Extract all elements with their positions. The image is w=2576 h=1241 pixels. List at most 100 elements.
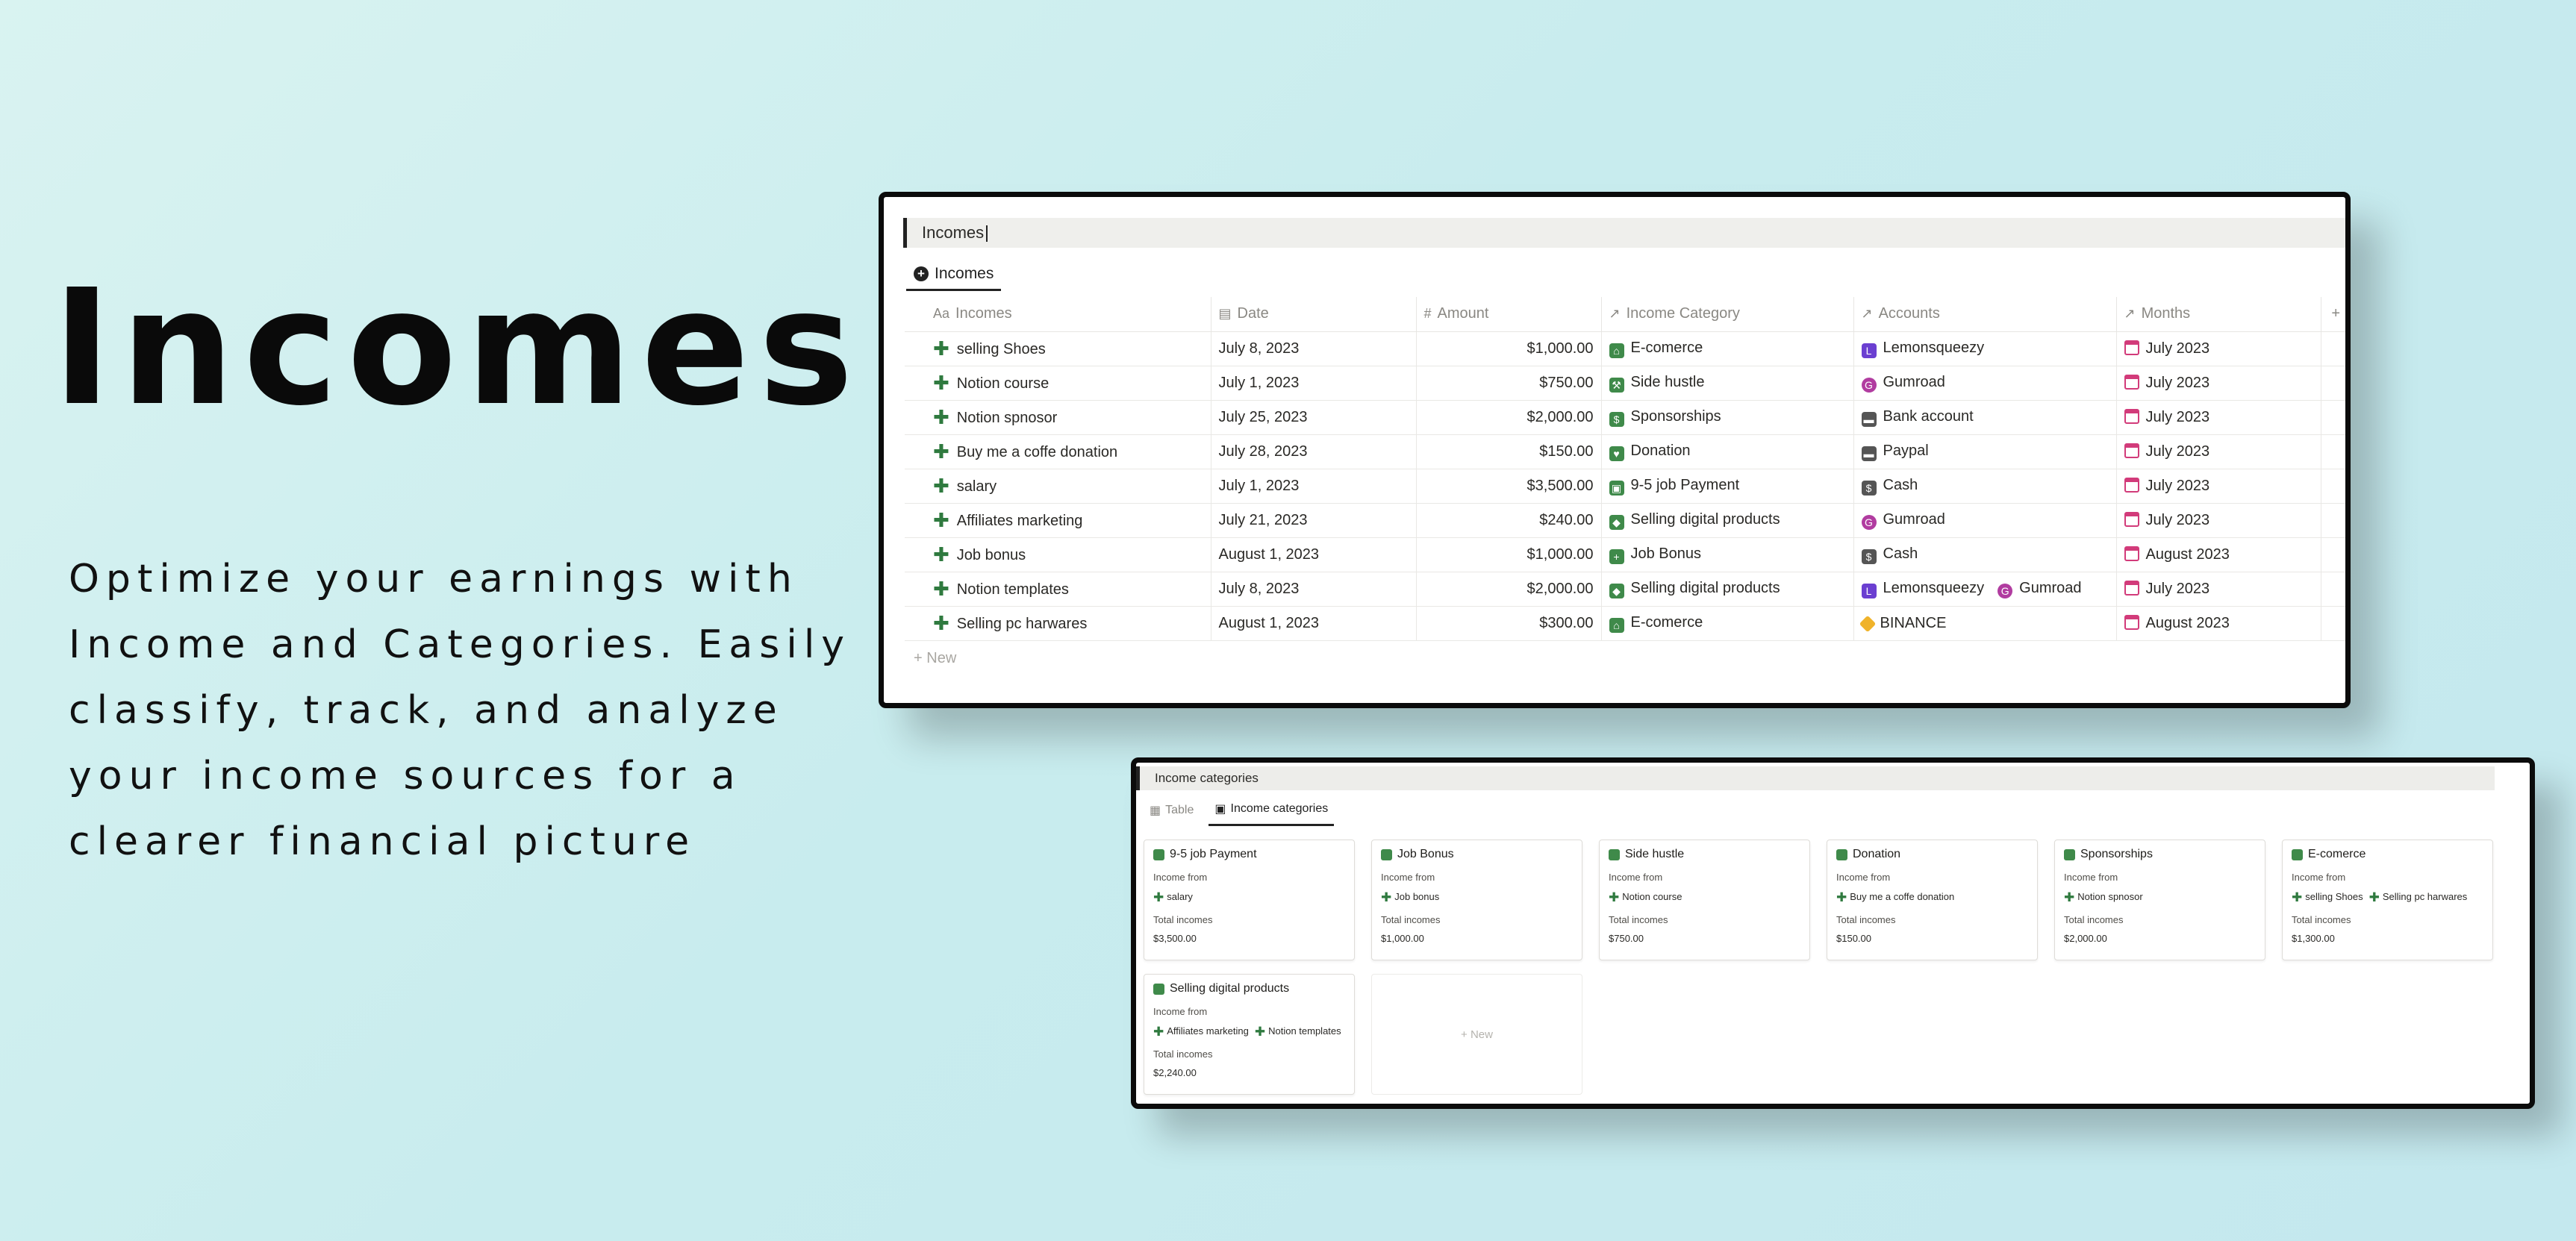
amount-cell[interactable]: $2,000.00 — [1416, 400, 1602, 435]
date-cell[interactable]: August 1, 2023 — [1211, 606, 1417, 641]
table-row[interactable]: ✚ Notion course July 1, 2023 $750.00 ⚒ Sid… — [905, 366, 2345, 401]
amount-cell[interactable]: $300.00 — [1416, 606, 1602, 641]
categories-title-bar[interactable]: Income categories — [1136, 766, 2495, 790]
category-value[interactable]: Selling digital products — [1631, 580, 1780, 596]
amount-cell[interactable]: $240.00 — [1416, 503, 1602, 538]
month-cell[interactable]: July 2023 — [2116, 503, 2321, 538]
income-name-cell[interactable]: ✚ Job bonus — [905, 537, 1211, 572]
date-cell[interactable]: July 28, 2023 — [1211, 434, 1417, 469]
category-value[interactable]: E-comerce — [1631, 340, 1703, 356]
month-value[interactable]: July 2023 — [2146, 512, 2210, 528]
table-row[interactable]: ✚ Selling pc harwares August 1, 2023 $300… — [905, 606, 2345, 641]
month-cell[interactable]: July 2023 — [2116, 366, 2321, 401]
category-card[interactable]: Donation Income from ✚ Buy me a coffe don… — [1827, 840, 2038, 960]
income-name-cell[interactable]: ✚ Notion templates — [905, 572, 1211, 607]
income-name-cell[interactable]: ✚ Notion course — [905, 366, 1211, 401]
category-cell[interactable]: ▣ 9-5 job Payment — [1601, 469, 1854, 504]
tab-incomes[interactable]: + Incomes — [906, 258, 1002, 291]
accounts-cell[interactable]: $ Cash — [1853, 537, 2117, 572]
category-cell[interactable]: $ Sponsorships — [1601, 400, 1854, 435]
month-value[interactable]: July 2023 — [2146, 581, 2210, 597]
income-name-cell[interactable]: ✚ Selling pc harwares — [905, 606, 1211, 641]
accounts-cell[interactable]: L Lemonsqueezy — [1853, 331, 2117, 366]
category-cell[interactable]: ♥ Donation — [1601, 434, 1854, 469]
month-cell[interactable]: August 2023 — [2116, 537, 2321, 572]
accounts-cell[interactable]: ▬ Paypal — [1853, 434, 2117, 469]
amount-cell[interactable]: $1,000.00 — [1416, 537, 1602, 572]
column-header-months[interactable]: ↗ Months — [2116, 297, 2321, 332]
month-cell[interactable]: July 2023 — [2116, 400, 2321, 435]
table-row[interactable]: ✚ Buy me a coffe donation July 28, 2023 $… — [905, 434, 2345, 469]
incomes-title-bar[interactable]: Incomes — [903, 218, 2345, 248]
new-card-button[interactable]: + New — [1371, 974, 1582, 1095]
account-value[interactable]: Gumroad — [2019, 580, 2081, 596]
category-cell[interactable]: ⌂ E-comerce — [1601, 606, 1854, 641]
account-value[interactable]: BINANCE — [1880, 615, 1947, 631]
date-cell[interactable]: July 25, 2023 — [1211, 400, 1417, 435]
month-cell[interactable]: July 2023 — [2116, 434, 2321, 469]
new-row-button[interactable]: + New — [906, 642, 956, 675]
accounts-cell[interactable]: ▬ Bank account — [1853, 400, 2117, 435]
month-value[interactable]: August 2023 — [2146, 615, 2230, 631]
income-name-cell[interactable]: ✚ Buy me a coffe donation — [905, 434, 1211, 469]
category-cell[interactable]: ◆ Selling digital products — [1601, 572, 1854, 607]
month-value[interactable]: July 2023 — [2146, 340, 2210, 357]
month-value[interactable]: August 2023 — [2146, 546, 2230, 563]
table-row[interactable]: ✚ salary July 1, 2023 $3,500.00 ▣ 9-5 job … — [905, 469, 2345, 504]
income-name-cell[interactable]: ✚ Notion spnosor — [905, 400, 1211, 435]
accounts-cell[interactable]: G Gumroad — [1853, 503, 2117, 538]
account-value[interactable]: Lemonsqueezy — [1883, 340, 1985, 356]
date-cell[interactable]: July 21, 2023 — [1211, 503, 1417, 538]
table-row[interactable]: ✚ Notion templates July 8, 2023 $2,000.00… — [905, 572, 2345, 607]
category-value[interactable]: Selling digital products — [1631, 511, 1780, 528]
account-value[interactable]: Gumroad — [1883, 511, 1945, 528]
amount-cell[interactable]: $2,000.00 — [1416, 572, 1602, 607]
account-value[interactable]: Cash — [1883, 477, 1918, 493]
table-row[interactable]: ✚ selling Shoes July 8, 2023 $1,000.00 ⌂ E… — [905, 331, 2345, 366]
accounts-cell[interactable]: G Gumroad — [1853, 366, 2117, 401]
category-card[interactable]: Sponsorships Income from ✚ Notion spnosor… — [2054, 840, 2265, 960]
column-header-incomes[interactable]: Aa Incomes — [905, 297, 1211, 332]
accounts-cell[interactable]: BINANCE — [1853, 606, 2117, 641]
amount-cell[interactable]: $750.00 — [1416, 366, 1602, 401]
account-value[interactable]: Lemonsqueezy — [1883, 580, 1985, 596]
month-cell[interactable]: July 2023 — [2116, 572, 2321, 607]
month-value[interactable]: July 2023 — [2146, 478, 2210, 494]
column-header-accounts[interactable]: ↗ Accounts — [1853, 297, 2117, 332]
income-name-cell[interactable]: ✚ salary — [905, 469, 1211, 504]
category-cell[interactable]: ⌂ E-comerce — [1601, 331, 1854, 366]
account-value[interactable]: Bank account — [1883, 408, 1974, 425]
amount-cell[interactable]: $3,500.00 — [1416, 469, 1602, 504]
tab-income-categories[interactable]: ▣ Income categories — [1209, 801, 1335, 826]
date-cell[interactable]: July 8, 2023 — [1211, 572, 1417, 607]
date-cell[interactable]: July 8, 2023 — [1211, 331, 1417, 366]
date-cell[interactable]: July 1, 2023 — [1211, 366, 1417, 401]
table-row[interactable]: ✚ Affiliates marketing July 21, 2023 $240… — [905, 503, 2345, 538]
date-cell[interactable]: July 1, 2023 — [1211, 469, 1417, 504]
column-header-date[interactable]: ▤ Date — [1211, 297, 1417, 332]
column-header-income-category[interactable]: ↗ Income Category — [1601, 297, 1854, 332]
tab-table[interactable]: ▦ Table — [1144, 801, 1200, 826]
table-row[interactable]: ✚ Notion spnosor July 25, 2023 $2,000.00 … — [905, 400, 2345, 435]
month-value[interactable]: July 2023 — [2146, 409, 2210, 425]
category-cell[interactable]: + Job Bonus — [1601, 537, 1854, 572]
category-value[interactable]: E-comerce — [1631, 614, 1703, 631]
month-value[interactable]: July 2023 — [2146, 443, 2210, 460]
category-value[interactable]: 9-5 job Payment — [1631, 477, 1740, 493]
category-value[interactable]: Donation — [1631, 443, 1691, 459]
column-header-amount[interactable]: # Amount — [1416, 297, 1602, 332]
category-value[interactable]: Sponsorships — [1631, 408, 1721, 425]
month-cell[interactable]: July 2023 — [2116, 469, 2321, 504]
month-value[interactable]: July 2023 — [2146, 375, 2210, 391]
accounts-cell[interactable]: $ Cash — [1853, 469, 2117, 504]
category-card[interactable]: 9-5 job Payment Income from ✚ salary Tota… — [1144, 840, 1355, 960]
account-value[interactable]: Paypal — [1883, 443, 1929, 459]
date-cell[interactable]: August 1, 2023 — [1211, 537, 1417, 572]
category-value[interactable]: Job Bonus — [1631, 546, 1702, 562]
account-value[interactable]: Gumroad — [1883, 374, 1945, 390]
income-name-cell[interactable]: ✚ Affiliates marketing — [905, 503, 1211, 538]
category-cell[interactable]: ◆ Selling digital products — [1601, 503, 1854, 538]
category-card[interactable]: E-comerce Income from ✚ selling Shoes ✚ Sel… — [2282, 840, 2493, 960]
add-column-button[interactable]: + — [2321, 297, 2345, 332]
category-cell[interactable]: ⚒ Side hustle — [1601, 366, 1854, 401]
